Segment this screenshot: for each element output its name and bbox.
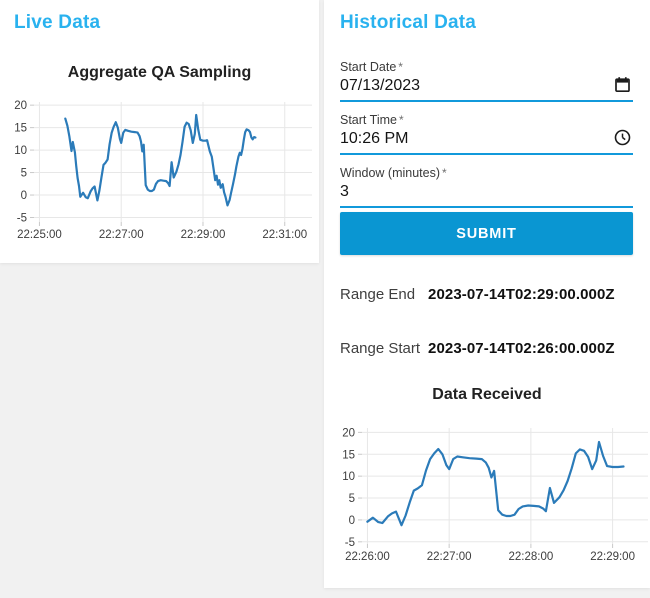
range-end-label: Range End (340, 286, 416, 303)
window-minutes-required-marker: * (442, 166, 447, 180)
start-date-input[interactable] (340, 76, 595, 100)
y-tick-label: 10 (14, 145, 27, 157)
y-tick-label: 0 (349, 515, 355, 527)
historical-data-panel: Historical Data Start Date* Start Time* … (324, 0, 650, 588)
start-time-required-marker: * (398, 113, 404, 127)
x-tick-label: 22:28:00 (508, 551, 553, 563)
y-tick-label: -5 (17, 213, 27, 225)
window-minutes-field: Window (minutes) * (340, 164, 633, 208)
range-end-value: 2023-07-14T02:29:00.000Z (428, 286, 615, 303)
y-tick-label: 20 (14, 100, 27, 112)
start-date-field: Start Date * (340, 58, 633, 102)
aggregate-qa-sampling-chart: -5 0 5 10 15 20 22:25:00 22:27:00 22:29:00 22:31:… (14, 100, 312, 241)
y-tick-label: -5 (345, 537, 355, 549)
historical-query-form: Start Date* Start Time* Window (minutes)… (340, 58, 633, 217)
live-data-panel: Live Data Aggregate QA Sampling -5 0 5 10 15… (0, 0, 319, 263)
x-tick-label: 22:25:00 (17, 229, 62, 241)
range-start-label: Range Start (340, 340, 421, 357)
live-data-heading: Live Data (14, 12, 101, 33)
range-end-row: Range End 2023-07-14T02:29:00.000Z (340, 286, 615, 303)
submit-button[interactable]: SUBMIT (340, 212, 633, 255)
start-time-label: Start Time * (340, 111, 633, 129)
window-minutes-label: Window (minutes) * (340, 164, 633, 182)
historical-data-heading: Historical Data (340, 12, 477, 33)
x-tick-label: 22:26:00 (345, 551, 390, 563)
y-tick-label: 0 (21, 190, 27, 202)
start-date-required-marker: * (398, 60, 403, 74)
x-tick-label: 22:31:00 (262, 229, 307, 241)
x-tick-label: 22:27:00 (427, 551, 472, 563)
start-time-input[interactable] (340, 129, 595, 153)
start-date-label-text: Start Date (340, 60, 397, 74)
window-minutes-label-text: Window (minutes) (340, 166, 441, 180)
start-time-field: Start Time * (340, 111, 633, 155)
window-minutes-input[interactable] (340, 182, 595, 206)
range-start-value: 2023-07-14T02:26:00.000Z (428, 340, 615, 357)
y-tick-label: 5 (349, 493, 355, 505)
y-tick-label: 15 (342, 449, 355, 461)
start-time-label-text: Start Time (340, 113, 397, 127)
calendar-icon[interactable] (614, 76, 631, 93)
clock-icon[interactable] (614, 129, 631, 146)
received-chart-title: Data Received (432, 386, 542, 403)
data-received-chart: -5 0 5 10 15 20 22:26:00 22:27:00 22:28:00 22:29:… (342, 427, 648, 563)
x-tick-label: 22:29:00 (590, 551, 635, 563)
y-tick-label: 20 (342, 427, 355, 439)
range-start-row: Range Start 2023-07-14T02:26:00.000Z (340, 340, 615, 357)
y-tick-label: 10 (342, 471, 355, 483)
x-tick-label: 22:27:00 (99, 229, 144, 241)
series-line (64, 113, 257, 207)
live-chart-title: Aggregate QA Sampling (67, 64, 252, 81)
page-background: { "page": { "background": "#f1f1f1", "ca… (0, 0, 650, 598)
start-date-label: Start Date * (340, 58, 633, 76)
x-tick-label: 22:29:00 (181, 229, 226, 241)
y-tick-label: 15 (14, 123, 27, 135)
y-tick-label: 5 (21, 168, 27, 180)
